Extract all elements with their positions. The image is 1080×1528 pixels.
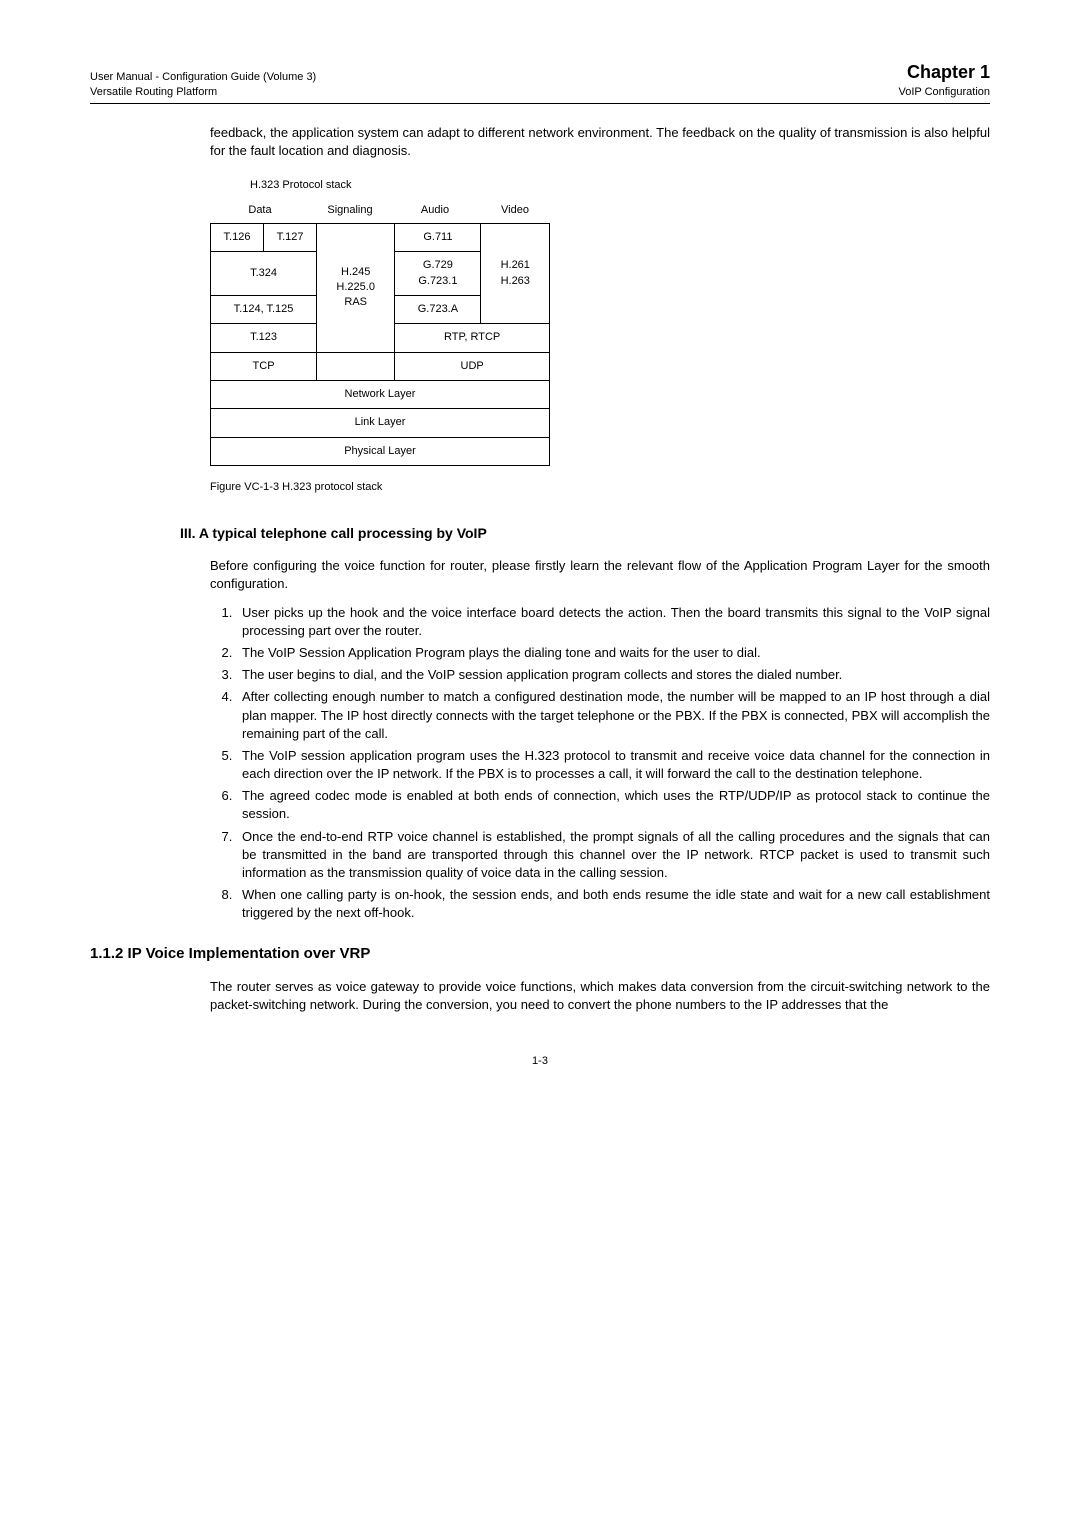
pre-list-paragraph: Before configuring the voice function fo… [210, 557, 990, 593]
section-paragraph: The router serves as voice gateway to pr… [210, 978, 990, 1014]
cell-g711: G.711 [395, 223, 481, 251]
figure-top-caption: H.323 Protocol stack [250, 178, 990, 193]
cell-g723a: G.723.A [395, 295, 481, 323]
cell-tcp: TCP [211, 352, 317, 380]
list-item: Once the end-to-end RTP voice channel is… [236, 828, 990, 883]
cell-link-layer: Link Layer [211, 409, 550, 437]
stack-column-labels: Data Signaling Audio Video [210, 203, 550, 218]
list-item: The VoIP session application program use… [236, 747, 990, 783]
list-item: When one calling party is on-hook, the s… [236, 886, 990, 922]
list-item: The agreed codec mode is enabled at both… [236, 787, 990, 823]
figure-bottom-caption: Figure VC-1-3 H.323 protocol stack [210, 480, 990, 495]
cell-blank [317, 352, 395, 380]
list-item: User picks up the hook and the voice int… [236, 604, 990, 640]
label-data: Data [210, 203, 310, 218]
cell-signaling: H.245 H.225.0 RAS [317, 223, 395, 352]
label-signaling: Signaling [310, 203, 390, 218]
protocol-stack-table: T.126 T.127 H.245 H.225.0 RAS G.711 H.26… [210, 223, 550, 467]
cell-network-layer: Network Layer [211, 381, 550, 409]
header-chapter: Chapter 1 [898, 60, 990, 85]
label-audio: Audio [390, 203, 480, 218]
intro-paragraph: feedback, the application system can ada… [210, 124, 990, 160]
section-heading-1-1-2: 1.1.2 IP Voice Implementation over VRP [90, 943, 990, 964]
page-number: 1-3 [90, 1054, 990, 1069]
cell-t126: T.126 [211, 223, 264, 251]
list-item: The user begins to dial, and the VoIP se… [236, 666, 990, 684]
header-right: Chapter 1 VoIP Configuration [898, 60, 990, 101]
cell-t124-t125: T.124, T.125 [211, 295, 317, 323]
list-item: After collecting enough number to match … [236, 688, 990, 743]
list-item: The VoIP Session Application Program pla… [236, 644, 990, 662]
cell-udp: UDP [395, 352, 550, 380]
header-left-line2: Versatile Routing Platform [90, 85, 316, 100]
subheading-iii: III. A typical telephone call processing… [180, 524, 990, 544]
page-header: User Manual - Configuration Guide (Volum… [90, 60, 990, 104]
cell-g729-g7231: G.729 G.723.1 [395, 252, 481, 296]
steps-list: User picks up the hook and the voice int… [210, 604, 990, 923]
cell-physical-layer: Physical Layer [211, 437, 550, 465]
protocol-stack-diagram: Data Signaling Audio Video T.126 T.127 H… [210, 203, 990, 466]
cell-rtp-rtcp: RTP, RTCP [395, 324, 550, 352]
cell-t127: T.127 [264, 223, 317, 251]
cell-t324: T.324 [211, 252, 317, 296]
cell-t123: T.123 [211, 324, 317, 352]
header-left: User Manual - Configuration Guide (Volum… [90, 70, 316, 101]
cell-h261-h263: H.261 H.263 [481, 223, 550, 324]
header-sub: VoIP Configuration [898, 85, 990, 100]
label-video: Video [480, 203, 550, 218]
header-left-line1: User Manual - Configuration Guide (Volum… [90, 70, 316, 85]
